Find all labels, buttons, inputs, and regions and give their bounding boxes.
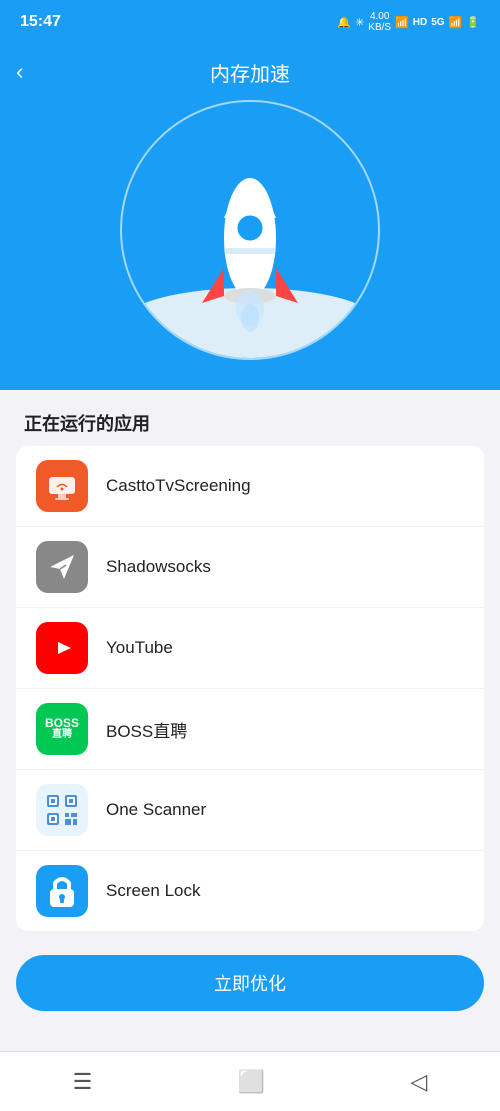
network-speed: 4.00KB/S bbox=[368, 11, 391, 33]
status-icons: 🔔 ✳ 4.00KB/S 📶 HD 5G 📶 🔋 bbox=[337, 11, 480, 33]
bluetooth-icon: ✳ bbox=[355, 16, 364, 29]
rocket-svg bbox=[190, 148, 310, 338]
rocket-container bbox=[190, 148, 310, 338]
page-title: 内存加速 bbox=[210, 58, 290, 87]
app-icon-castto bbox=[36, 460, 88, 512]
bottom-nav: ☰ ⬜ ◁ bbox=[0, 1051, 500, 1111]
hd-badge: HD bbox=[413, 17, 427, 28]
app-icon-boss: BOSS 直聘 bbox=[36, 703, 88, 755]
nav-back-icon[interactable]: ◁ bbox=[410, 1069, 427, 1095]
header: ‹ 内存加速 bbox=[0, 44, 500, 100]
battery-icon: 🔋 bbox=[466, 16, 480, 29]
app-item-castto[interactable]: CasttoTvScreening bbox=[16, 446, 484, 527]
app-name-castto: CasttoTvScreening bbox=[106, 476, 251, 496]
hero-circle bbox=[120, 100, 380, 360]
5g-badge: 5G bbox=[431, 17, 444, 28]
app-icon-youtube bbox=[36, 622, 88, 674]
signal-icon: 📶 bbox=[449, 16, 463, 29]
nav-menu-icon[interactable]: ☰ bbox=[73, 1069, 93, 1095]
app-name-screenlock: Screen Lock bbox=[106, 881, 201, 901]
back-button[interactable]: ‹ bbox=[16, 59, 23, 85]
app-name-boss: BOSS直聘 bbox=[106, 717, 187, 742]
hero-section bbox=[0, 100, 500, 390]
app-name-youtube: YouTube bbox=[106, 638, 173, 658]
app-item-shadowsocks[interactable]: Shadowsocks bbox=[16, 527, 484, 608]
app-item-boss[interactable]: BOSS 直聘 BOSS直聘 bbox=[16, 689, 484, 770]
app-item-youtube[interactable]: YouTube bbox=[16, 608, 484, 689]
status-bar: 15:47 🔔 ✳ 4.00KB/S 📶 HD 5G 📶 🔋 bbox=[0, 0, 500, 44]
bell-icon: 🔔 bbox=[337, 16, 351, 29]
section-label: 正在运行的应用 bbox=[0, 390, 500, 446]
app-name-shadowsocks: Shadowsocks bbox=[106, 557, 211, 577]
wifi-icon: 📶 bbox=[395, 16, 409, 29]
app-name-scanner: One Scanner bbox=[106, 800, 206, 820]
app-icon-screenlock bbox=[36, 865, 88, 917]
app-icon-shadowsocks bbox=[36, 541, 88, 593]
app-list: CasttoTvScreening Shadowsocks YouTube BO… bbox=[16, 446, 484, 931]
app-item-screenlock[interactable]: Screen Lock bbox=[16, 851, 484, 931]
app-icon-scanner bbox=[36, 784, 88, 836]
nav-home-icon[interactable]: ⬜ bbox=[238, 1069, 265, 1095]
app-item-scanner[interactable]: One Scanner bbox=[16, 770, 484, 851]
status-time: 15:47 bbox=[20, 13, 61, 31]
optimize-button[interactable]: 立即优化 bbox=[16, 955, 484, 1011]
